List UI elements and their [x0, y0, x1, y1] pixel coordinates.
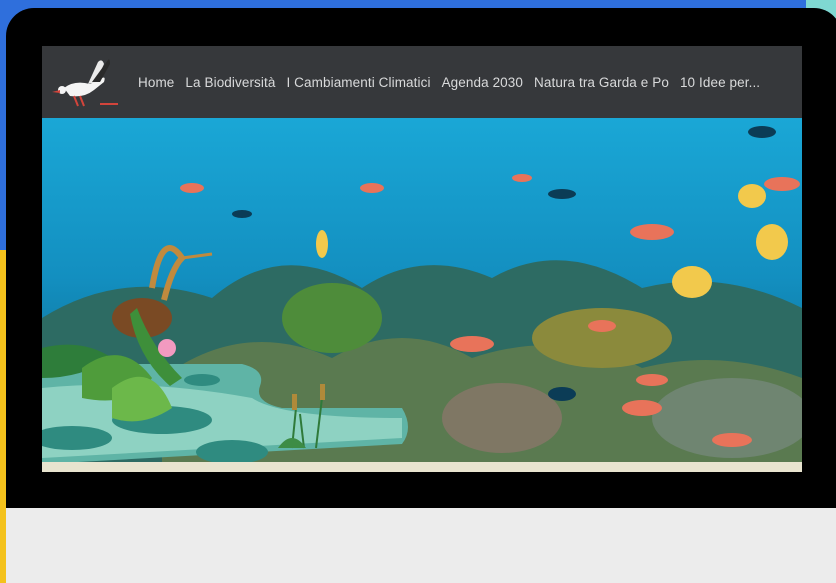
nav-item-home[interactable]: Home: [138, 75, 174, 90]
nav-item-natura-garda-po[interactable]: Natura tra Garda e Po: [534, 75, 669, 90]
coral-reef-image: [42, 118, 802, 472]
website-screen: Home La Biodiversità I Cambiamenti Clima…: [42, 46, 802, 472]
nav-item-cambiamenti-climatici[interactable]: I Cambiamenti Climatici: [286, 75, 430, 90]
main-navigation: Home La Biodiversità I Cambiamenti Clima…: [138, 46, 760, 118]
device-frame: Home La Biodiversità I Cambiamenti Clima…: [6, 8, 836, 583]
stork-logo-icon[interactable]: [44, 52, 120, 112]
device-bottom-panel: [6, 508, 836, 583]
nav-item-biodiversita[interactable]: La Biodiversità: [185, 75, 275, 90]
hero-bottom-strip: [42, 462, 802, 472]
navbar: Home La Biodiversità I Cambiamenti Clima…: [42, 46, 802, 118]
nav-item-agenda-2030[interactable]: Agenda 2030: [442, 75, 523, 90]
hero-banner: [42, 118, 802, 472]
nav-item-10-idee[interactable]: 10 Idee per...: [680, 75, 760, 90]
